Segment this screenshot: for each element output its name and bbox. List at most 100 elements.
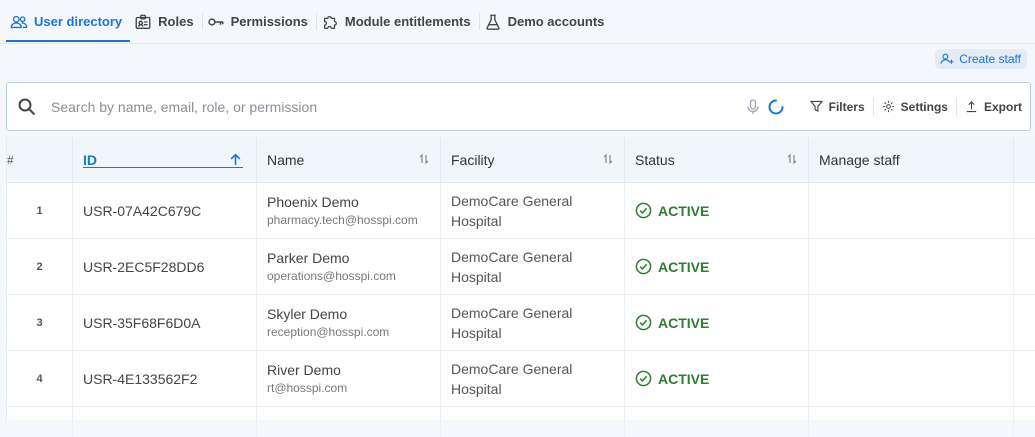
check-circle-icon: [635, 258, 652, 275]
tab-bar: User directory Roles Permissions Module …: [0, 0, 1035, 44]
sort-ascending-icon[interactable]: [229, 153, 242, 166]
column-label: ID: [83, 151, 97, 168]
check-circle-icon: [635, 314, 652, 331]
table-row[interactable]: 3 USR-35F68F6D0A Skyler Demo reception@ho…: [7, 295, 1035, 351]
search-input[interactable]: [51, 98, 746, 115]
facility-line: Hospital: [451, 268, 502, 285]
status-label: ACTIVE: [658, 258, 710, 275]
name-cell: River Demo rt@hosspi.com: [257, 351, 441, 406]
filter-icon: [809, 100, 823, 113]
add-user-icon: [940, 53, 954, 64]
table-row[interactable]: 4 USR-4E133562F2 River Demo rt@hosspi.com…: [7, 351, 1035, 407]
sort-icon[interactable]: [418, 153, 430, 165]
user-email: pharmacy.tech@hosspi.com: [267, 213, 418, 227]
tab-label: Demo accounts: [507, 14, 605, 29]
table-row[interactable]: 2 USR-2EC5F28DD6 Parker Demo operations@h…: [7, 239, 1035, 295]
row-index-cell: [7, 407, 73, 437]
facility-cell: DemoCare General Hospital: [441, 295, 625, 350]
user-id: USR-35F68F6D0A: [83, 314, 201, 331]
status-label: ACTIVE: [658, 314, 710, 331]
id-cell: USR-2EC5F28DD6: [73, 239, 257, 294]
facility-line: DemoCare General: [451, 360, 573, 377]
user-email: rt@hosspi.com: [267, 381, 348, 395]
column-header-status[interactable]: Status: [625, 137, 809, 182]
status-cell: ACTIVE: [625, 295, 809, 350]
tab-label: Permissions: [230, 14, 308, 29]
column-header-manage-staff: Manage staff: [809, 137, 1014, 182]
id-cell: USR-35F68F6D0A: [73, 295, 257, 350]
tab-label: Roles: [158, 14, 194, 29]
flask-icon: [485, 14, 500, 30]
export-icon: [966, 101, 977, 113]
export-button[interactable]: Export: [957, 100, 1030, 114]
column-header-name[interactable]: Name: [257, 137, 441, 182]
id-cell: USR-07A42C679C: [73, 183, 257, 238]
table-row[interactable]: 1 USR-07A42C679C Phoenix Demo pharmacy.te…: [7, 183, 1035, 239]
status-badge: ACTIVE: [635, 202, 808, 219]
sort-icon[interactable]: [602, 153, 614, 165]
user-name: Skyler Demo: [267, 306, 348, 322]
facility-line: Hospital: [451, 212, 502, 229]
column-label: #: [7, 152, 14, 167]
user-name: Phoenix Demo: [267, 194, 359, 210]
create-staff-button[interactable]: Create staff: [935, 49, 1027, 69]
filters-button[interactable]: Filters: [802, 100, 873, 114]
manage-staff-cell: [809, 239, 1014, 294]
tab-user-directory[interactable]: User directory: [6, 0, 131, 43]
row-index-cell: 2: [7, 239, 73, 294]
name-cell: Phoenix Demo pharmacy.tech@hosspi.com: [257, 183, 441, 238]
search-toolbar: Filters Settings Export: [6, 82, 1031, 131]
facility-line: DemoCare General: [451, 248, 573, 265]
microphone-icon[interactable]: [746, 98, 760, 115]
manage-staff-cell: [809, 351, 1014, 406]
user-id: USR-4E133562F2: [83, 370, 198, 387]
user-name: River Demo: [267, 362, 341, 378]
table-header: # ID Name Facility Status Manage staff: [7, 137, 1035, 183]
manage-staff-cell: [809, 295, 1014, 350]
facility-line: Hospital: [451, 324, 502, 341]
tab-roles[interactable]: Roles: [130, 0, 201, 43]
status-cell: ACTIVE: [625, 351, 809, 406]
sort-underline: [83, 167, 243, 168]
user-id: USR-2EC5F28DD6: [83, 258, 205, 275]
status-cell: ACTIVE: [625, 239, 809, 294]
status-badge: ACTIVE: [635, 314, 808, 331]
user-name: Parker Demo: [267, 250, 350, 266]
tab-demo-accounts[interactable]: Demo accounts: [480, 0, 613, 43]
manage-staff-cell: [809, 183, 1014, 238]
user-id: USR-07A42C679C: [83, 202, 202, 219]
column-header-id[interactable]: ID: [73, 137, 257, 182]
facility-cell: DemoCare General Hospital: [441, 239, 625, 294]
tab-module-entitlements[interactable]: Module entitlements: [317, 0, 479, 43]
facility-line: DemoCare General: [451, 304, 573, 321]
facility-cell: DemoCare General Hospital: [441, 183, 625, 238]
check-circle-icon: [635, 370, 652, 387]
status-cell: ACTIVE: [625, 183, 809, 238]
key-icon: [207, 17, 224, 26]
row-index-cell: 1: [7, 183, 73, 238]
column-header-facility[interactable]: Facility: [441, 137, 625, 182]
tab-label: User directory: [34, 14, 123, 29]
column-label: Manage staff: [819, 151, 900, 168]
staff-table: # ID Name Facility Status Manage staff 1…: [6, 137, 1035, 437]
column-header-index: #: [7, 137, 73, 182]
row-index-cell: 4: [7, 351, 73, 406]
name-cell: [257, 407, 441, 437]
row-index: 3: [36, 316, 43, 329]
table-row[interactable]: [7, 407, 1035, 437]
tab-permissions[interactable]: Permissions: [203, 0, 316, 43]
row-index: 4: [36, 372, 43, 385]
user-email: operations@hosspi.com: [267, 269, 396, 283]
manage-staff-cell: [809, 407, 1014, 437]
status-cell: [625, 407, 809, 437]
create-staff-label: Create staff: [959, 52, 1021, 66]
filters-label: Filters: [828, 99, 865, 114]
status-label: ACTIVE: [658, 202, 710, 219]
status-badge: ACTIVE: [635, 370, 808, 387]
tab-label: Module entitlements: [344, 14, 471, 29]
column-label: Name: [267, 151, 305, 168]
gear-icon: [882, 100, 894, 113]
facility-line: DemoCare General: [451, 192, 573, 209]
settings-button[interactable]: Settings: [874, 100, 956, 114]
sort-icon[interactable]: [786, 153, 798, 165]
